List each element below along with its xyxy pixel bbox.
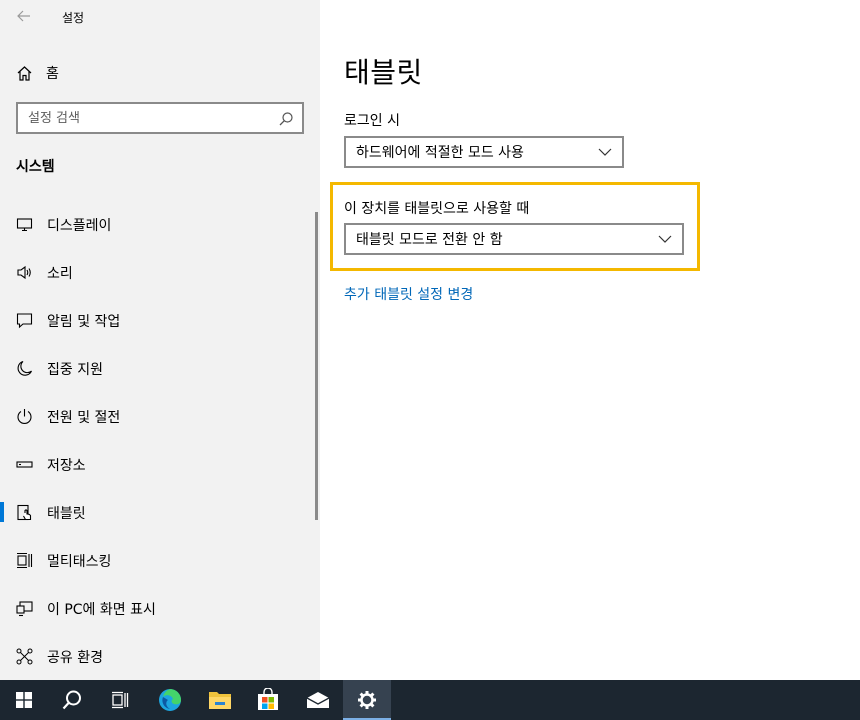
- settings-taskbar-button[interactable]: [343, 680, 391, 720]
- taskbar: [0, 680, 860, 720]
- start-button[interactable]: [0, 680, 48, 720]
- search-input[interactable]: [18, 104, 268, 132]
- sidebar-item-label: 알림 및 작업: [47, 314, 121, 330]
- sidebar-item-label: 소리: [47, 266, 73, 282]
- search-box[interactable]: [16, 102, 304, 134]
- sidebar-item-multitasking[interactable]: 멀티태스킹: [0, 538, 314, 582]
- settings-icon: [358, 691, 376, 709]
- mail-button[interactable]: [294, 680, 342, 720]
- start-icon: [16, 692, 32, 708]
- sidebar-item-label: 집중 지원: [47, 362, 103, 378]
- sidebar-item-label: 멀티태스킹: [47, 554, 112, 570]
- store-icon: [258, 688, 278, 710]
- tablet-use-label: 이 장치를 태블릿으로 사용할 때: [344, 201, 530, 217]
- share-icon: [16, 648, 33, 665]
- home-label: 홈: [46, 66, 59, 82]
- sidebar-item-label: 디스플레이: [47, 218, 112, 234]
- sidebar-item-notifications[interactable]: 알림 및 작업: [0, 298, 314, 342]
- sidebar-item-sound[interactable]: 소리: [0, 250, 314, 294]
- chevron-down-icon: [658, 235, 672, 243]
- signin-label: 로그인 시: [344, 113, 400, 129]
- sidebar-item-label: 전원 및 절전: [47, 410, 121, 426]
- task-view-icon: [112, 691, 129, 709]
- notification-icon: [16, 313, 33, 329]
- app-title: 설정: [62, 11, 85, 25]
- store-button[interactable]: [244, 680, 292, 720]
- tablet-icon: [17, 504, 32, 521]
- sidebar-item-storage[interactable]: 저장소: [0, 442, 314, 486]
- sidebar-item-label: 태블릿: [47, 506, 86, 522]
- speaker-icon: [17, 265, 31, 280]
- sidebar-scrollbar[interactable]: [315, 212, 318, 520]
- sidebar-item-focus-assist[interactable]: 집중 지원: [0, 346, 314, 390]
- sidebar: 설정 홈 시스템 디스플레이 소리 알림 및 작업 집중 지원 전원 및 절전 …: [0, 0, 320, 680]
- signin-dropdown[interactable]: 하드웨어에 적절한 모드 사용: [344, 136, 624, 168]
- taskbar-search-button[interactable]: [48, 680, 96, 720]
- sidebar-item-display[interactable]: 디스플레이: [0, 202, 314, 246]
- back-button[interactable]: [14, 6, 34, 26]
- display-icon: [16, 218, 33, 232]
- sidebar-item-label: 저장소: [47, 458, 86, 474]
- chevron-down-icon: [598, 148, 612, 156]
- edge-icon: [159, 689, 181, 711]
- power-icon: [17, 409, 32, 425]
- file-explorer-button[interactable]: [196, 680, 244, 720]
- mail-icon: [306, 692, 330, 708]
- sidebar-item-project[interactable]: 이 PC에 화면 표시: [0, 586, 314, 630]
- tablet-use-dropdown[interactable]: 태블릿 모드로 전환 안 함: [344, 223, 684, 255]
- sidebar-item-tablet[interactable]: 태블릿: [0, 490, 314, 534]
- back-arrow-icon: [17, 10, 30, 22]
- sidebar-item-power[interactable]: 전원 및 절전: [0, 394, 314, 438]
- edge-button[interactable]: [146, 680, 194, 720]
- home-icon: [17, 65, 32, 81]
- moon-icon: [17, 360, 33, 376]
- search-icon: [62, 690, 81, 710]
- search-icon[interactable]: [278, 111, 294, 127]
- multitasking-icon: [17, 552, 33, 569]
- sidebar-item-shared-experiences[interactable]: 공유 환경: [0, 634, 314, 678]
- signin-dropdown-value: 하드웨어에 적절한 모드 사용: [356, 145, 524, 161]
- sidebar-item-label: 공유 환경: [47, 650, 103, 666]
- sidebar-item-label: 이 PC에 화면 표시: [47, 602, 156, 618]
- tablet-use-dropdown-value: 태블릿 모드로 전환 안 함: [356, 232, 503, 248]
- task-view-button[interactable]: [96, 680, 144, 720]
- more-tablet-settings-link[interactable]: 추가 태블릿 설정 변경: [344, 284, 473, 304]
- file-explorer-icon: [209, 692, 231, 709]
- page-title: 태블릿: [344, 56, 423, 89]
- project-icon: [16, 601, 33, 617]
- main-content: 태블릿 로그인 시 하드웨어에 적절한 모드 사용 이 장치를 태블릿으로 사용…: [320, 0, 860, 680]
- section-title: 시스템: [16, 159, 55, 175]
- storage-icon: [16, 461, 33, 468]
- home-nav[interactable]: 홈: [16, 60, 59, 86]
- title-bar: 설정: [0, 0, 320, 34]
